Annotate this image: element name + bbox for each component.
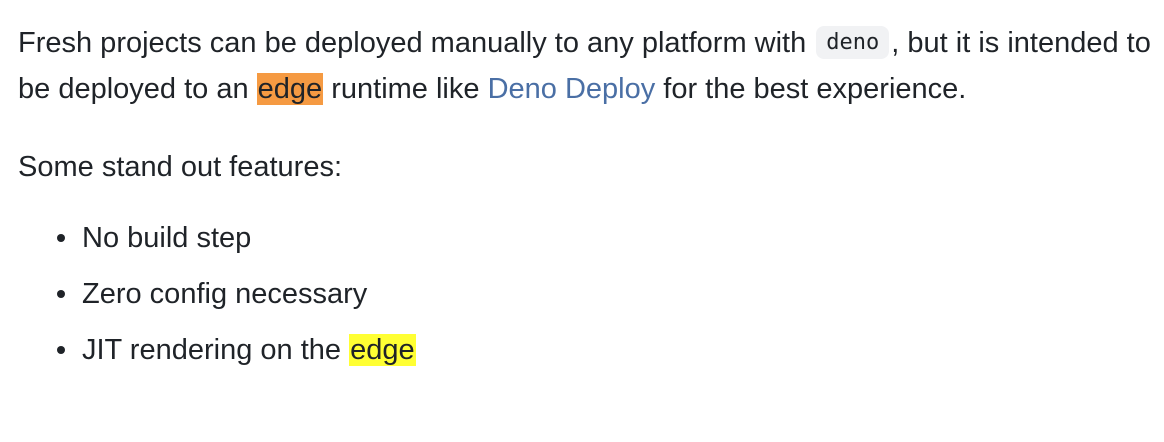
list-item-text: No build step bbox=[82, 222, 252, 254]
intro-paragraph: Fresh projects can be deployed manually … bbox=[18, 20, 1158, 112]
intro-text-start: Fresh projects can be deployed manually … bbox=[18, 27, 815, 59]
search-highlight-current: edge bbox=[256, 73, 324, 105]
deno-deploy-link[interactable]: Deno Deploy bbox=[488, 73, 656, 105]
search-highlight-match: edge bbox=[349, 334, 416, 366]
bullet-icon bbox=[57, 290, 65, 298]
list-item-text: JIT rendering on the bbox=[82, 334, 350, 366]
markdown-content: Fresh projects can be deployed manually … bbox=[0, 0, 1158, 378]
list-item: JIT rendering on the edge bbox=[57, 322, 1158, 378]
list-item: No build step bbox=[57, 210, 1158, 266]
inline-code-deno: deno bbox=[816, 26, 890, 59]
bullet-icon bbox=[57, 346, 65, 354]
features-heading: Some stand out features: bbox=[18, 151, 343, 183]
list-item-text: Zero config necessary bbox=[82, 278, 368, 310]
list-item: Zero config necessary bbox=[57, 266, 1158, 322]
features-list: No build step Zero config necessary JIT … bbox=[18, 210, 1158, 378]
bullet-icon bbox=[57, 234, 65, 242]
intro-text-end: for the best experience. bbox=[655, 73, 967, 105]
intro-text-runtime: runtime like bbox=[323, 73, 488, 105]
